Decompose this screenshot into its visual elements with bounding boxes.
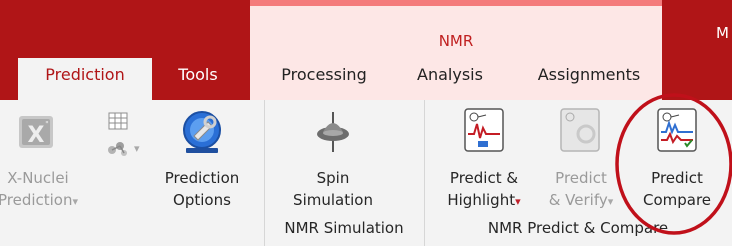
predict-highlight-icon — [464, 108, 504, 152]
prediction-options-label-line2: Options — [173, 191, 231, 209]
x-nuclei-label-line2-wrap: Prediction▾ — [0, 190, 98, 212]
spin-simulation-button[interactable]: Spin Simulation — [278, 104, 388, 216]
spin-simulation-label-line2: Simulation — [293, 191, 373, 209]
nmr-context-label: NMR — [438, 32, 474, 50]
x-nuclei-label-line1: X-Nuclei — [7, 169, 69, 187]
predict-verify-label-line2: & Verify — [548, 191, 608, 209]
group-separator — [264, 100, 265, 246]
spin-simulation-icon — [317, 112, 349, 152]
dropdown-arrow-icon: ▾ — [134, 142, 140, 155]
title-bar-text-fragment: M — [716, 24, 729, 42]
group-separator — [424, 100, 425, 246]
dropdown-arrow-icon: ▾ — [72, 195, 79, 208]
prediction-options-label-line1: Prediction — [164, 169, 240, 187]
highlight-circle-annotation — [615, 93, 732, 235]
x-nuclei-label-line2: Prediction — [0, 191, 73, 209]
tab-analysis[interactable]: Analysis — [400, 58, 500, 100]
table-icon[interactable] — [108, 112, 128, 130]
predict-highlight-label-line2-wrap: Highlight▾ — [436, 190, 532, 212]
prediction-options-icon — [183, 111, 221, 153]
molecule-dropdown-button[interactable]: ▾ — [106, 140, 150, 160]
group-label-nmr-simulation: NMR Simulation — [284, 219, 404, 237]
molecule-icon — [108, 142, 127, 156]
x-nuclei-prediction-button[interactable]: X " X-Nuclei Prediction▾ — [0, 104, 118, 216]
x-nuclei-icon: X " — [19, 116, 53, 148]
svg-text:X: X — [28, 123, 45, 148]
dropdown-arrow-icon: ▾ — [515, 195, 521, 208]
predict-highlight-label-line2: Highlight — [447, 191, 516, 209]
predict-highlight-label-line1: Predict & — [449, 169, 519, 187]
tab-prediction[interactable]: Prediction — [18, 58, 152, 100]
predict-highlight-button[interactable]: Predict & Highlight▾ — [436, 104, 532, 216]
nmr-context-group-accent — [250, 0, 662, 6]
tab-tools[interactable]: Tools — [160, 58, 236, 100]
tab-processing[interactable]: Processing — [262, 58, 386, 100]
spin-simulation-label-line1: Spin — [316, 169, 350, 187]
predict-verify-icon — [560, 108, 600, 152]
svg-text:": " — [45, 120, 49, 129]
prediction-options-button[interactable]: Prediction Options — [154, 104, 250, 216]
